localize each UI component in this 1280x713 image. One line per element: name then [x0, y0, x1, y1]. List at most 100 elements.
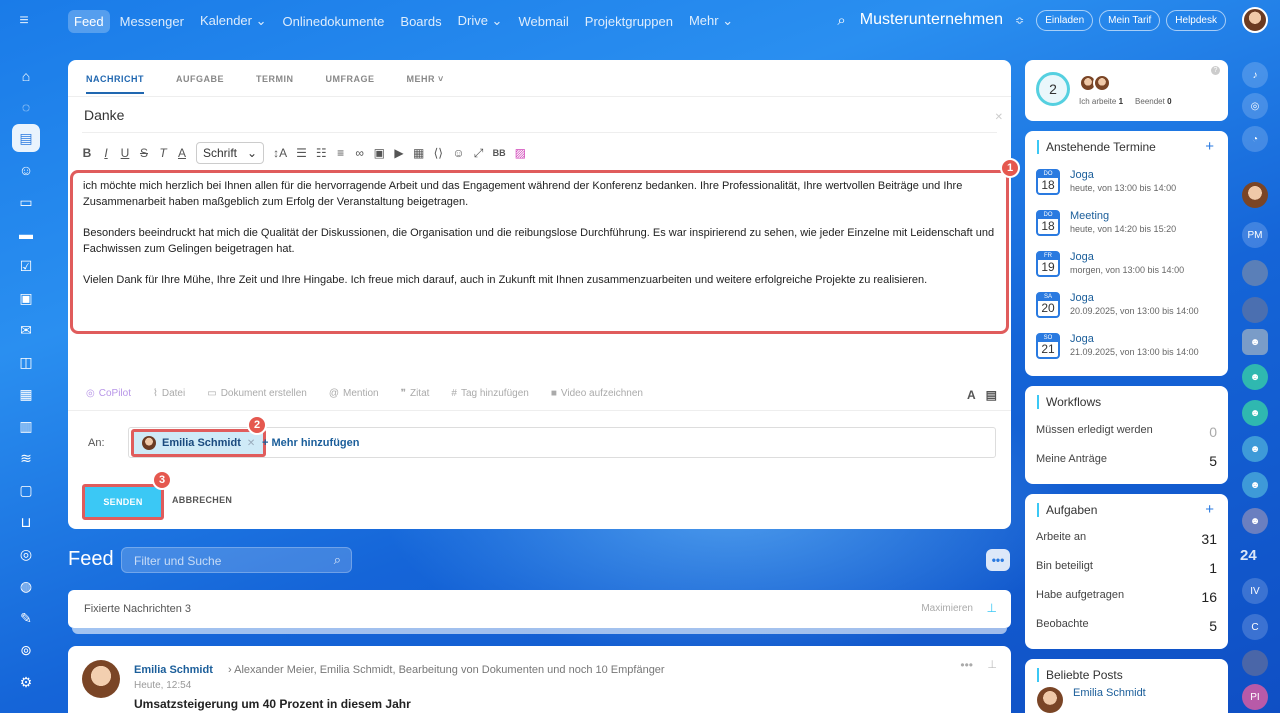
event-name[interactable]: Joga — [1070, 169, 1176, 181]
gear-icon[interactable]: ⚙ — [12, 668, 40, 696]
event-name[interactable]: Joga — [1070, 251, 1184, 263]
maximize-link[interactable]: Maximieren — [921, 603, 973, 614]
tasks-icon[interactable]: ☑ — [12, 252, 40, 280]
group-icon[interactable]: ☻ — [1242, 472, 1268, 498]
font-select[interactable]: Schrift ⌄ — [196, 142, 265, 164]
task-row[interactable]: Beobachte 5 — [1036, 618, 1217, 634]
nav-workgroups[interactable]: Projektgruppen — [579, 10, 679, 33]
avatar[interactable] — [82, 660, 120, 698]
search-icon[interactable]: ⌕ — [334, 552, 341, 568]
quote-button[interactable]: ❞ Zitat — [401, 388, 430, 399]
help-icon[interactable]: ? — [1211, 66, 1220, 75]
add-recipient-link[interactable]: + Mehr hinzufügen — [262, 437, 359, 449]
task-row[interactable]: Habe aufgetragen 16 — [1036, 589, 1217, 605]
task-row[interactable]: Arbeite an 31 — [1036, 531, 1217, 547]
contacts-icon[interactable]: ▢ — [12, 476, 40, 504]
tab-task[interactable]: AUFGABE — [176, 74, 224, 94]
workflow-row[interactable]: Meine Anträge 5 — [1036, 453, 1217, 469]
subject-input[interactable]: Danke — [84, 107, 124, 123]
user-avatar[interactable] — [1242, 7, 1268, 33]
numbered-list-icon[interactable]: ☰ — [296, 146, 307, 160]
mail-icon[interactable]: ✉ — [12, 316, 40, 344]
nav-boards[interactable]: Boards — [394, 10, 447, 33]
text-format-icon[interactable]: A — [967, 388, 976, 402]
menu-icon[interactable]: ≡ — [14, 12, 34, 30]
bbcode-icon[interactable]: BB — [493, 148, 506, 158]
message-body[interactable]: ich möchte mich herzlich bei Ihnen allen… — [70, 170, 1009, 334]
drive-icon[interactable]: ▬ — [12, 220, 40, 248]
text-color-icon[interactable]: A — [177, 146, 187, 160]
table-icon[interactable]: ▦ — [413, 146, 424, 160]
clear-format-icon[interactable]: T — [158, 146, 168, 160]
group-icon[interactable]: ☻ — [1242, 436, 1268, 462]
close-icon[interactable]: ✕ — [247, 438, 255, 449]
font-size-icon[interactable]: ↕A — [273, 146, 287, 160]
event-name[interactable]: Joga — [1070, 333, 1199, 345]
nav-webmail[interactable]: Webmail — [512, 10, 574, 33]
group-icon[interactable]: ☻ — [1242, 508, 1268, 534]
avatar-initials[interactable]: C — [1242, 614, 1268, 640]
align-icon[interactable]: ≡ — [336, 146, 346, 160]
video-record-button[interactable]: ■ Video aufzeichnen — [551, 388, 643, 399]
nav-calendar[interactable]: Kalender ⌄ — [194, 9, 273, 33]
file-button[interactable]: ⌇ Datei — [153, 388, 185, 399]
sites-icon[interactable]: ◍ — [12, 572, 40, 600]
status-counter[interactable]: 2 — [1036, 72, 1070, 106]
pinned-messages[interactable]: Fixierte Nachrichten 3 Maximieren ⊥ — [68, 590, 1011, 628]
task-row[interactable]: Bin beteiligt 1 — [1036, 560, 1217, 576]
nav-messenger[interactable]: Messenger — [114, 10, 190, 33]
chat-icon[interactable]: ◔ — [1242, 126, 1268, 152]
tab-more[interactable]: MEHR ˅ — [407, 74, 444, 94]
sign-icon[interactable]: ✎ — [12, 604, 40, 632]
event-item[interactable]: DO 18 Joga heute, von 13:00 bis 14:00 — [1036, 169, 1176, 195]
avatar-initials[interactable]: PM — [1242, 222, 1268, 248]
panel-icon[interactable]: ▤ — [986, 388, 997, 402]
mention-button[interactable]: @ Mention — [329, 388, 379, 399]
groups-icon[interactable]: ☺ — [12, 156, 40, 184]
nav-feed[interactable]: Feed — [68, 9, 110, 33]
nav-more[interactable]: Mehr ⌄ — [683, 9, 739, 33]
popular-author[interactable]: Emilia Schmidt — [1073, 687, 1146, 699]
create-doc-button[interactable]: ▭ Dokument erstellen — [207, 388, 307, 399]
bullet-list-icon[interactable]: ☷ — [316, 146, 327, 160]
post-author[interactable]: Emilia Schmidt — [134, 664, 213, 676]
event-name[interactable]: Joga — [1070, 292, 1199, 304]
more-options-button[interactable]: ••• — [986, 549, 1010, 571]
avatar[interactable] — [1242, 182, 1268, 208]
strikethrough-icon[interactable]: S — [139, 146, 149, 160]
company-name[interactable]: Musterunternehmen — [860, 11, 1003, 29]
pulse-icon[interactable]: ◌ — [12, 93, 40, 121]
group-avatar[interactable] — [1242, 650, 1268, 676]
group-avatar[interactable] — [1242, 297, 1268, 323]
tab-event[interactable]: TERMIN — [256, 74, 294, 94]
pin-icon[interactable]: ⊥ — [987, 658, 997, 671]
group-avatar[interactable] — [1242, 260, 1268, 286]
workflow-row[interactable]: Müssen erledigt werden 0 — [1036, 424, 1217, 440]
calendar-icon[interactable]: ▦ — [12, 380, 40, 408]
cart-icon[interactable]: ⊔ — [12, 508, 40, 536]
group-icon[interactable]: ☻ — [1242, 364, 1268, 390]
helpdesk-button[interactable]: Helpdesk — [1166, 9, 1226, 31]
post-menu-icon[interactable]: ••• — [960, 658, 973, 672]
chat-icon[interactable]: ◫ — [12, 348, 40, 376]
avatar-initials[interactable]: IV — [1242, 578, 1268, 604]
emoji-icon[interactable]: ☺ — [452, 146, 464, 160]
settings-toggle-icon[interactable]: ≎ — [1015, 14, 1024, 27]
funnel-icon[interactable]: ≋ — [12, 444, 40, 472]
underline-icon[interactable]: U — [120, 146, 130, 160]
presentation-icon[interactable]: ▣ — [12, 284, 40, 312]
add-event-button[interactable]: + — [1205, 138, 1214, 155]
tag-button[interactable]: # Tag hinzufügen — [451, 388, 528, 399]
video-icon[interactable]: ▶ — [394, 146, 404, 160]
code-icon[interactable]: ⟨⟩ — [433, 146, 443, 160]
activity-icon[interactable]: ◎ — [1242, 93, 1268, 119]
event-item[interactable]: SO 21 Joga 21.09.2025, von 13:00 bis 14:00 — [1036, 333, 1199, 359]
event-name[interactable]: Meeting — [1070, 210, 1176, 222]
cancel-button[interactable]: ABBRECHEN — [172, 495, 232, 505]
feed-search-input[interactable]: Filter und Suche ⌕ — [121, 547, 352, 573]
image-gen-icon[interactable]: ▨ — [515, 146, 526, 160]
analytics-icon[interactable]: ▥ — [12, 412, 40, 440]
italic-icon[interactable]: I — [101, 146, 111, 160]
copilot-button[interactable]: ◎ CoPilot — [86, 388, 131, 399]
tab-poll[interactable]: UMFRAGE — [326, 74, 375, 94]
